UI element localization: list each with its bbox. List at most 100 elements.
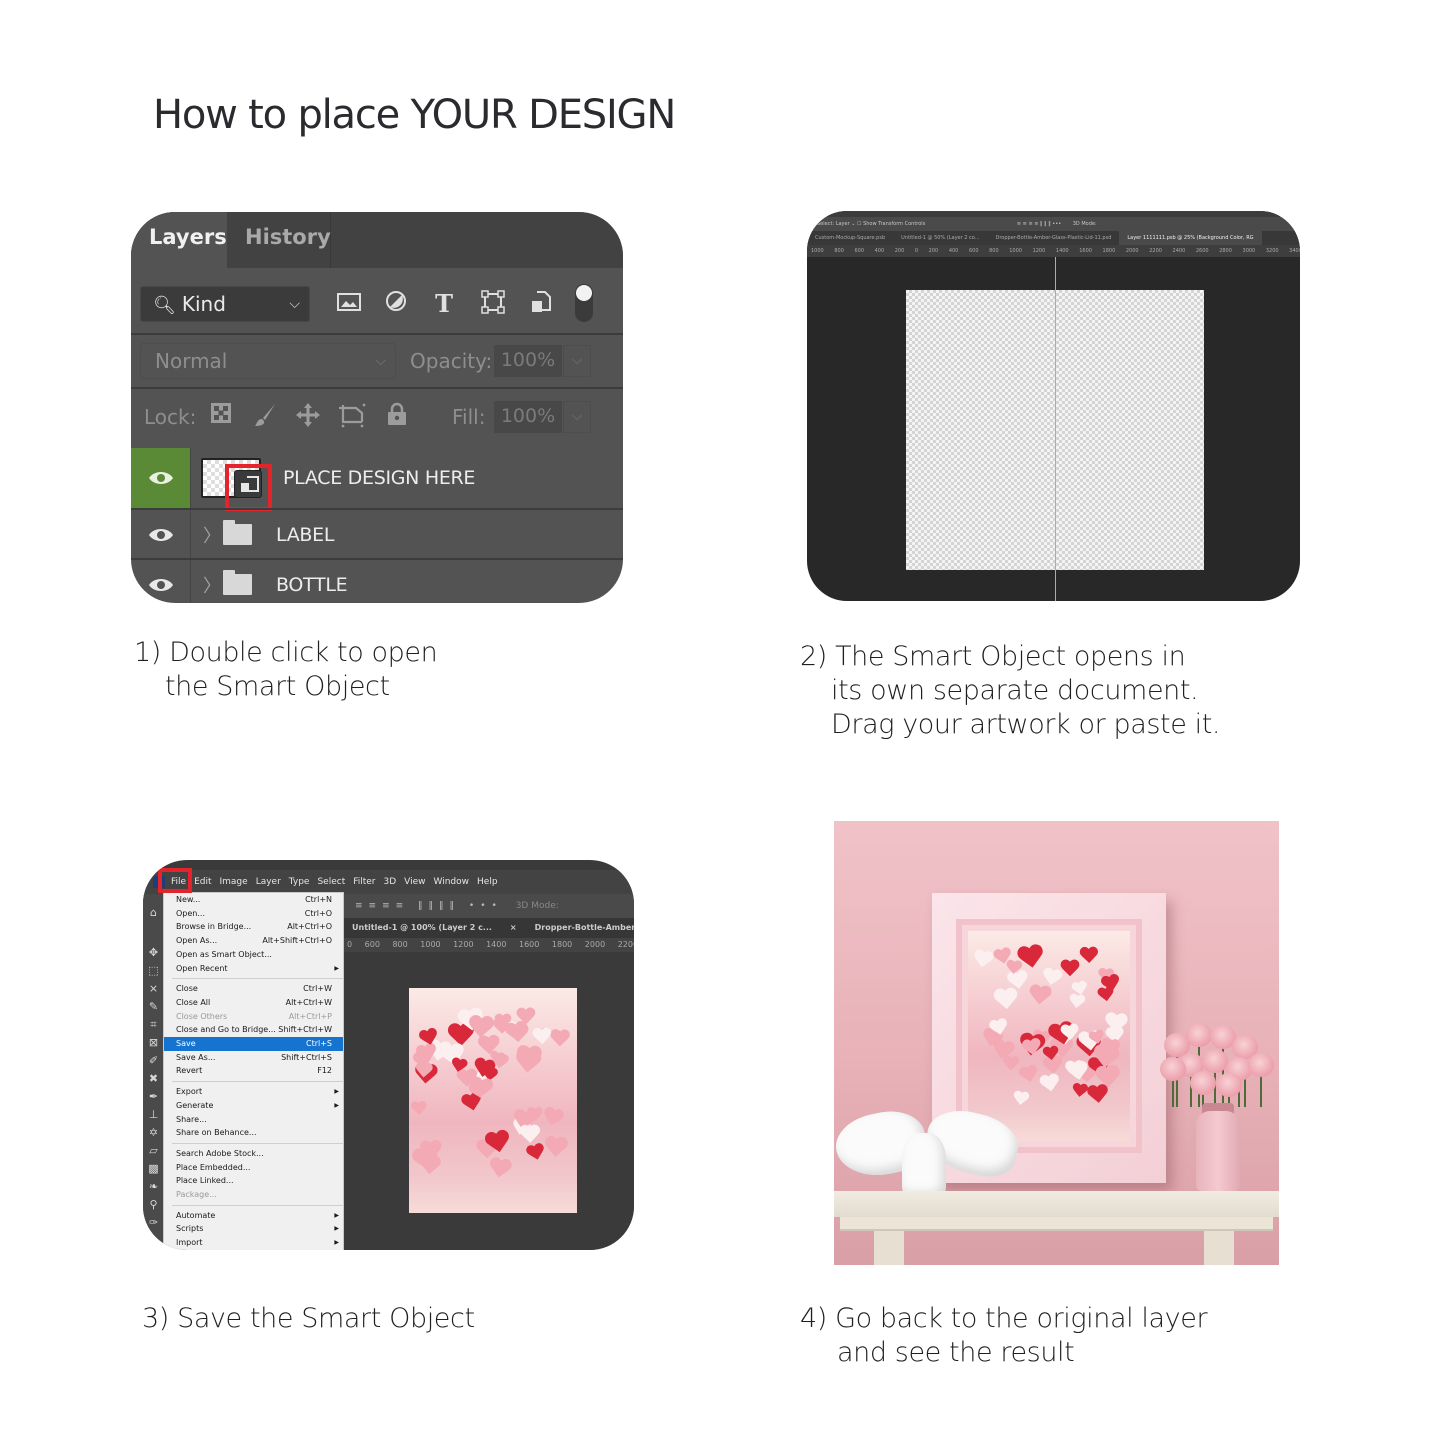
quick-select-tool-icon[interactable]: ✎ xyxy=(147,1000,160,1013)
ruler-tick: 2200 xyxy=(617,940,634,949)
lock-all-icon[interactable] xyxy=(384,402,410,430)
lock-image-icon[interactable] xyxy=(252,402,278,430)
menu-item-open-as-smart-object[interactable]: Open as Smart Object... xyxy=(164,948,343,962)
shelf-leg xyxy=(874,1231,904,1265)
stamp-tool-icon[interactable]: ⊥ xyxy=(147,1108,160,1121)
lock-artboard-icon[interactable] xyxy=(338,402,366,430)
doc-tab[interactable]: Dropper-Bottle-Amber-Glass-Plastic-Lid-1… xyxy=(988,231,1120,245)
menu-item-scripts[interactable]: Scripts ▶ xyxy=(164,1222,343,1236)
doc-tab[interactable]: Dropper-Bottle-Amber-Glass-1.psd xyxy=(526,918,634,938)
doc-tab-active[interactable]: Layer 1111111.psb @ 25% (Background Colo… xyxy=(1119,231,1262,245)
visibility-toggle[interactable] xyxy=(131,510,191,560)
lock-transparent-icon[interactable] xyxy=(208,402,234,430)
menu-filter[interactable]: Filter xyxy=(353,870,375,894)
history-brush-tool-icon[interactable]: ✡ xyxy=(147,1126,160,1139)
menu-item-revert[interactable]: Revert F12 xyxy=(164,1064,343,1078)
ruler-tick: 1600 xyxy=(1079,248,1103,254)
doc-tab[interactable]: Untitled-1 @ 50% (Layer 2 co... xyxy=(893,231,987,245)
crop-tool-icon[interactable]: ⌗ xyxy=(147,1018,160,1031)
fill-input[interactable]: 100% xyxy=(494,401,562,433)
opacity-dropdown[interactable]: ⌵ xyxy=(563,345,591,377)
menu-item-place-linked[interactable]: Place Linked... xyxy=(164,1174,343,1188)
menu-item-generate[interactable]: Generate ▶ xyxy=(164,1099,343,1113)
visibility-toggle[interactable] xyxy=(131,560,191,603)
menu-item-open-recent[interactable]: Open Recent ▶ xyxy=(164,962,343,976)
shape-filter-icon[interactable] xyxy=(480,290,506,318)
menu-item-open[interactable]: Open... Ctrl+O xyxy=(164,907,343,921)
fill-dropdown[interactable]: ⌵ xyxy=(563,401,591,433)
opacity-input[interactable]: 100% xyxy=(494,345,562,377)
menu-item-new[interactable]: New... Ctrl+N xyxy=(164,893,343,907)
dodge-tool-icon[interactable]: ⚲ xyxy=(147,1198,160,1211)
menu-3d[interactable]: 3D xyxy=(384,870,397,894)
marquee-tool-icon[interactable]: ⬚ xyxy=(147,964,160,977)
doc-tab[interactable]: Custom-Mockup-Square.psb xyxy=(807,231,893,245)
menu-item-package[interactable]: Package... xyxy=(164,1188,343,1202)
menu-item-browse-in-bridge[interactable]: Browse in Bridge... Alt+Ctrl+O xyxy=(164,920,343,934)
adjustment-filter-icon[interactable] xyxy=(383,290,409,318)
home-icon[interactable]: ⌂ xyxy=(147,906,160,919)
move-tool-icon[interactable]: ✥ xyxy=(147,946,160,959)
menu-item-close-others[interactable]: Close Others Alt+Ctrl+P xyxy=(164,1010,343,1024)
menu-edit[interactable]: Edit xyxy=(194,870,211,894)
menu-item-save-as[interactable]: Save As... Shift+Ctrl+S xyxy=(164,1051,343,1065)
filter-kind-select[interactable]: 🔍︎ Kind ⌵ xyxy=(140,286,310,322)
ruler-tick: 2000 xyxy=(584,940,618,949)
menu-item-place-embedded[interactable]: Place Embedded... xyxy=(164,1161,343,1175)
menu-image[interactable]: Image xyxy=(220,870,248,894)
tab-layers[interactable]: Layers xyxy=(131,212,227,268)
guide-line[interactable] xyxy=(1055,257,1056,601)
menu-item-close-all[interactable]: Close All Alt+Ctrl+W xyxy=(164,996,343,1010)
image-filter-icon[interactable] xyxy=(336,290,362,318)
menu-help[interactable]: Help xyxy=(477,870,498,894)
menu-type[interactable]: Type xyxy=(289,870,310,894)
menu-item-share-on-behance[interactable]: Share on Behance... xyxy=(164,1126,343,1140)
frame-tool-icon[interactable]: ⊠ xyxy=(147,1036,160,1049)
eraser-tool-icon[interactable]: ▱ xyxy=(147,1144,160,1157)
healing-brush-tool-icon[interactable]: ✖ xyxy=(147,1072,160,1085)
rose-flower xyxy=(1190,1071,1216,1095)
doc-tab[interactable]: Untitled-1 @ 100% (Layer 2 c... xyxy=(343,918,501,938)
lock-position-icon[interactable] xyxy=(295,402,321,430)
layer-row-label[interactable]: 〉 LABEL xyxy=(131,510,623,560)
menu-item-label: Generate xyxy=(176,1100,214,1110)
menu-item-shortcut: Ctrl+O xyxy=(304,908,332,918)
type-filter-icon[interactable]: T xyxy=(431,290,457,318)
eyedropper-tool-icon[interactable]: ✐ xyxy=(147,1054,160,1067)
filter-toggle[interactable] xyxy=(575,284,593,322)
menu-item-share[interactable]: Share... xyxy=(164,1113,343,1127)
menu-item-import[interactable]: Import ▶ xyxy=(164,1236,343,1250)
menu-item-export[interactable]: Export ▶ xyxy=(164,1085,343,1099)
menu-item-close[interactable]: Close Ctrl+W xyxy=(164,982,343,996)
smart-object-filter-icon[interactable] xyxy=(528,290,554,318)
layer-row-bottle[interactable]: 〉 BOTTLE xyxy=(131,560,623,603)
menu-item-label: Save As... xyxy=(176,1052,216,1062)
menu-item-automate[interactable]: Automate ▶ xyxy=(164,1209,343,1223)
tab-history[interactable]: History xyxy=(227,212,331,268)
visibility-toggle[interactable] xyxy=(131,448,191,508)
heart-shape xyxy=(467,1015,496,1041)
menu-select[interactable]: Select xyxy=(317,870,345,894)
brush-tool-icon[interactable]: ✒ xyxy=(147,1090,160,1103)
menu-item-search-adobe-stock[interactable]: Search Adobe Stock... xyxy=(164,1147,343,1161)
ruler-tick: 600 xyxy=(968,248,990,254)
menu-layer[interactable]: Layer xyxy=(256,870,281,894)
gradient-tool-icon[interactable]: ▩ xyxy=(147,1162,160,1175)
blur-tool-icon[interactable]: ❧ xyxy=(147,1180,160,1193)
close-icon[interactable]: × xyxy=(501,918,526,938)
hearts-artwork xyxy=(409,988,577,1213)
menu-view[interactable]: View xyxy=(404,870,425,894)
menu-item-save[interactable]: Save Ctrl+S xyxy=(164,1037,343,1051)
menu-item-close-and-go-to-bridge[interactable]: Close and Go to Bridge... Shift+Ctrl+W xyxy=(164,1023,343,1037)
menu-window[interactable]: Window xyxy=(434,870,470,894)
pink-vase xyxy=(1196,1111,1240,1191)
heart-shape xyxy=(414,1062,433,1080)
pen-tool-icon[interactable]: ✑ xyxy=(147,1216,160,1229)
blend-mode-select[interactable]: Normal ⌵ xyxy=(140,343,396,379)
expand-chevron-icon[interactable]: 〉 xyxy=(203,522,221,548)
eye-icon xyxy=(149,529,173,541)
menu-item-open-as[interactable]: Open As... Alt+Shift+Ctrl+O xyxy=(164,934,343,948)
heart-shape xyxy=(486,1156,513,1181)
expand-chevron-icon[interactable]: 〉 xyxy=(203,572,221,598)
lasso-tool-icon[interactable]: ⨯ xyxy=(147,982,160,995)
